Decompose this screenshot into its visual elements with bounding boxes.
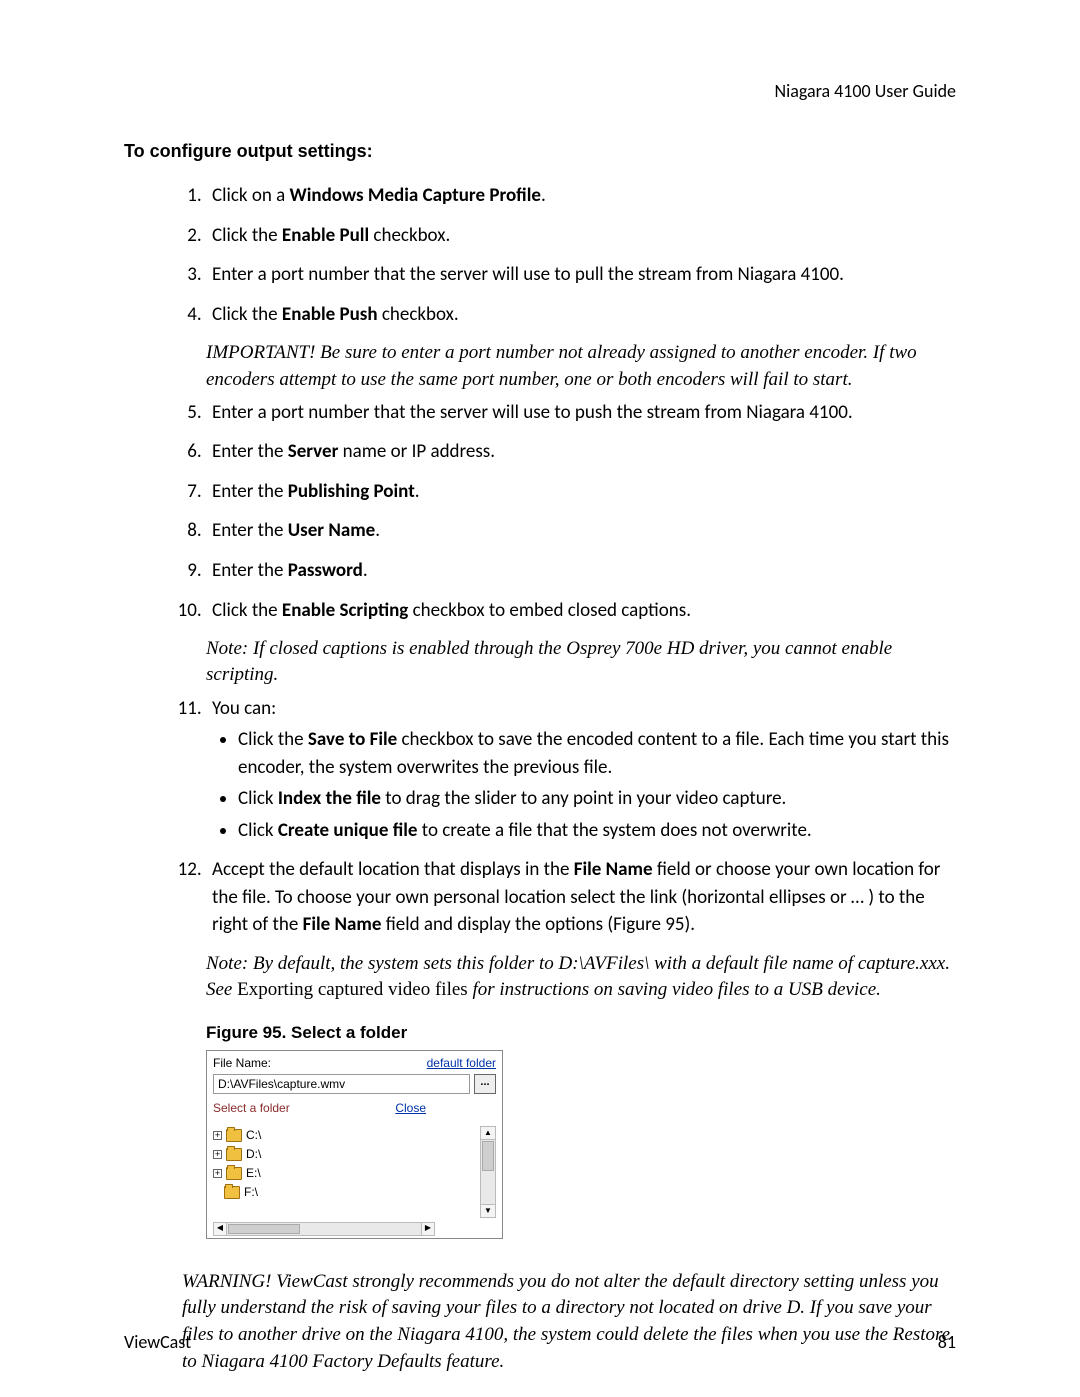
step-bold: Server [288, 440, 339, 463]
step-bold: Enable Push [282, 303, 378, 326]
scroll-thumb[interactable] [482, 1141, 494, 1171]
step-text: checkbox to embed closed captions. [408, 599, 691, 622]
tree-node-d[interactable]: + D:\ [213, 1145, 476, 1164]
step-bold: Enable Pull [282, 224, 369, 247]
tree-node-c[interactable]: + C:\ [213, 1126, 476, 1145]
bullet-index-file: Click Index the file to drag the slider … [238, 785, 956, 813]
scripting-note: Note: If closed captions is enabled thro… [206, 636, 956, 688]
step-9: Enter the Password. [206, 557, 956, 585]
scroll-right-icon[interactable]: ▶ [421, 1223, 434, 1235]
step-text: Click the [212, 224, 282, 247]
step-12: Accept the default location that display… [206, 856, 956, 939]
drive-label: D:\ [246, 1145, 261, 1164]
expand-icon[interactable]: + [213, 1169, 222, 1178]
step-text: checkbox. [378, 303, 459, 326]
scroll-left-icon[interactable]: ◀ [214, 1223, 227, 1235]
important-note: IMPORTANT! Be sure to enter a port numbe… [206, 340, 956, 392]
steps-list-cont: Enter a port number that the server will… [172, 399, 956, 624]
default-folder-link[interactable]: default folder [427, 1055, 496, 1072]
browse-button[interactable]: ... [474, 1074, 496, 1094]
step-5: Enter a port number that the server will… [206, 399, 956, 427]
tree-node-f[interactable]: F:\ [222, 1183, 476, 1202]
step-6: Enter the Server name or IP address. [206, 438, 956, 466]
drive-tree[interactable]: + C:\ + D:\ + E:\ F:\ [213, 1126, 476, 1218]
folder-icon [226, 1148, 242, 1161]
step-text: Click the [212, 599, 282, 622]
step-text: . [375, 519, 380, 542]
bullet-text: Click [238, 819, 278, 842]
step-text: field and display the options (Figure 95… [381, 913, 695, 936]
step-text: Enter the [212, 559, 288, 582]
step-text: . [415, 480, 420, 503]
step-text: . [363, 559, 368, 582]
step-text: Enter the [212, 519, 288, 542]
bullet-save-to-file: Click the Save to File checkbox to save … [238, 726, 956, 781]
select-folder-dialog: File Name: default folder D:\AVFiles\cap… [206, 1050, 503, 1239]
step-2: Click the Enable Pull checkbox. [206, 222, 956, 250]
bullet-bold: Save to File [308, 728, 397, 751]
scroll-down-icon[interactable]: ▼ [481, 1204, 495, 1217]
step-3: Enter a port number that the server will… [206, 261, 956, 289]
step-bold: Enable Scripting [282, 599, 408, 622]
step-8: Enter the User Name. [206, 517, 956, 545]
drive-label: E:\ [246, 1164, 261, 1183]
scroll-thumb[interactable] [228, 1224, 300, 1234]
file-name-input[interactable]: D:\AVFiles\capture.wmv [213, 1074, 470, 1094]
folder-icon [226, 1167, 242, 1180]
step-text: Click on a [212, 184, 290, 207]
horizontal-scrollbar[interactable]: ◀ ▶ [213, 1222, 435, 1236]
step-4: Click the Enable Push checkbox. [206, 301, 956, 329]
page-number: 81 [938, 1329, 956, 1355]
drive-label: F:\ [244, 1183, 258, 1202]
warning-note: WARNING! ViewCast strongly recommends yo… [182, 1269, 956, 1375]
step-text: . [541, 184, 546, 207]
expand-icon[interactable]: + [213, 1131, 222, 1140]
step-bold: User Name [288, 519, 376, 542]
step-bold: Password [288, 559, 363, 582]
step-text: You can: [212, 697, 276, 720]
step-text: Accept the default location that display… [212, 858, 574, 881]
expand-icon[interactable]: + [213, 1150, 222, 1159]
bullet-text: to create a file that the system does no… [417, 819, 811, 842]
tree-node-e[interactable]: + E:\ [213, 1164, 476, 1183]
bullet-text: Click [238, 787, 278, 810]
document-header: Niagara 4100 User Guide [124, 78, 956, 104]
drive-label: C:\ [246, 1126, 261, 1145]
figure-caption: Figure 95. Select a folder [206, 1021, 956, 1046]
step-bold: Windows Media Capture Profile [290, 184, 541, 207]
step-text: Enter the [212, 440, 288, 463]
step-text: Enter the [212, 480, 288, 503]
note-text: for instructions on saving video files t… [468, 979, 881, 1000]
folder-icon [226, 1129, 242, 1142]
note-ref: Exporting captured video files [237, 979, 468, 1000]
close-link[interactable]: Close [395, 1100, 426, 1117]
step-text: name or IP address. [338, 440, 495, 463]
step-1: Click on a Windows Media Capture Profile… [206, 182, 956, 210]
step-text: Click the [212, 303, 282, 326]
file-name-label: File Name: [213, 1055, 271, 1072]
step-bold: File Name [303, 913, 382, 936]
bullet-bold: Index the file [278, 787, 381, 810]
steps-list-cont2: You can: Click the Save to File checkbox… [172, 695, 956, 939]
step-bold: File Name [574, 858, 653, 881]
step-10: Click the Enable Scripting checkbox to e… [206, 597, 956, 625]
vertical-scrollbar[interactable]: ▲ ▼ [480, 1126, 496, 1218]
default-folder-note: Note: By default, the system sets this f… [206, 951, 956, 1003]
page-footer: ViewCast 81 [124, 1329, 956, 1355]
bullet-bold: Create unique file [278, 819, 418, 842]
step-7: Enter the Publishing Point. [206, 478, 956, 506]
folder-icon [224, 1186, 240, 1199]
select-folder-label: Select a folder [213, 1100, 290, 1117]
bullet-create-unique: Click Create unique file to create a fil… [238, 817, 956, 845]
footer-brand: ViewCast [124, 1329, 191, 1355]
step-text: checkbox. [369, 224, 450, 247]
scroll-up-icon[interactable]: ▲ [481, 1127, 495, 1140]
steps-list: Click on a Windows Media Capture Profile… [172, 182, 956, 328]
bullet-text: Click the [238, 728, 308, 751]
section-heading: To configure output settings: [124, 138, 956, 164]
bullet-text: to drag the slider to any point in your … [381, 787, 786, 810]
step-11: You can: Click the Save to File checkbox… [206, 695, 956, 845]
step-bold: Publishing Point [288, 480, 415, 503]
options-bullets: Click the Save to File checkbox to save … [238, 726, 956, 844]
